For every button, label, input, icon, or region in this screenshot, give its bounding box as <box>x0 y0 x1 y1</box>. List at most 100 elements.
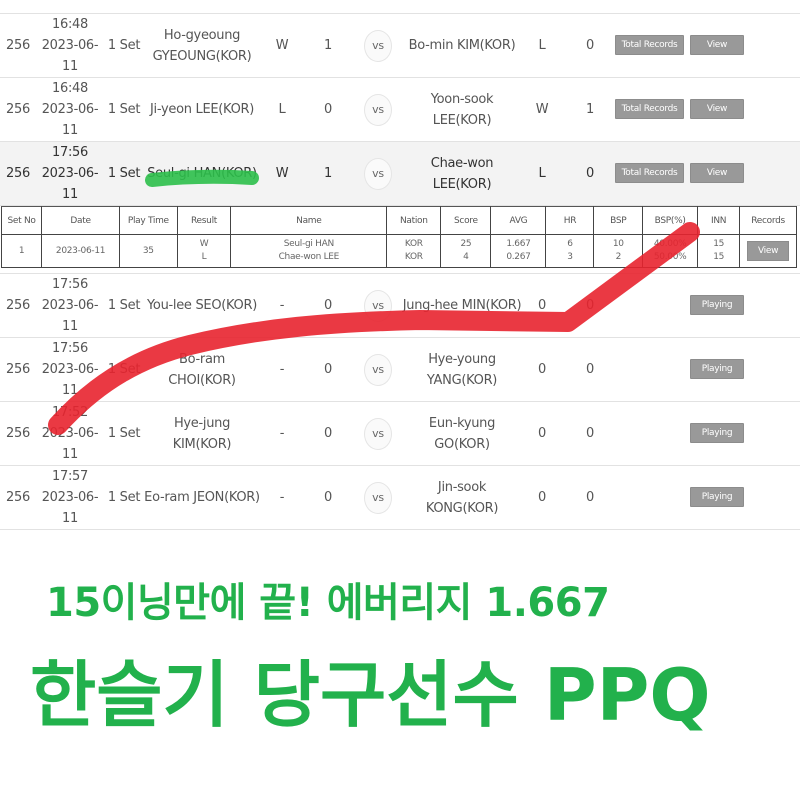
match-datetime: 17:56 2023-06-11 <box>36 274 104 337</box>
player1-name-line: You-lee SEO(KOR) <box>147 298 257 313</box>
player1-name-line: Eo-ram JEON(KOR) <box>144 490 260 505</box>
vs-badge: vs <box>364 417 392 450</box>
detail-header-cell: Nation <box>386 206 442 235</box>
match-row[interactable]: 256 17:57 2023-06-11 1 Set Eo-ram JEON(KOR) -… <box>0 466 800 530</box>
set-detail-table: Set No Date Play Time Result Name Nation Score… <box>0 206 797 268</box>
detail-hr: 63 <box>545 234 595 268</box>
vs-cell: vs <box>362 402 394 465</box>
match-number: 256 <box>6 166 30 181</box>
detail-header-cell: Set No <box>0 206 43 235</box>
vs-cell: vs <box>362 274 394 337</box>
match-date: 2023-06-11 <box>41 38 99 74</box>
detail-result: WL <box>176 234 232 268</box>
view-button[interactable]: View <box>690 99 744 119</box>
playing-button[interactable]: Playing <box>690 295 744 315</box>
player1-result: - <box>279 362 285 377</box>
player2-result: L <box>538 38 546 53</box>
match-datetime: 17:52 2023-06-11 <box>36 402 104 465</box>
detail-header-cell: BSP <box>593 206 644 235</box>
playing-button[interactable]: Playing <box>690 487 744 507</box>
player2-name-line: Eun-kyung GO(KOR) <box>428 415 496 452</box>
records-view-button[interactable]: View <box>747 241 790 261</box>
player1-name-line: Seul-gi HAN(KOR) <box>147 166 257 181</box>
match-number: 256 <box>6 298 30 313</box>
match-row[interactable]: 256 16:48 2023-06-11 1 Set Ji-yeon LEE(KOR) L… <box>0 78 800 142</box>
player2-name-line: YANG(KOR) <box>426 372 498 388</box>
detail-name-line: Seul-gi HAN <box>283 239 334 249</box>
match-datetime: 17:56 2023-06-11 <box>36 338 104 401</box>
detail-header-cell: HR <box>545 206 595 235</box>
detail-header-row: Set No Date Play Time Result Name Nation Score… <box>0 206 797 235</box>
player1-score: 0 <box>324 102 332 117</box>
player2-score: 0 <box>586 166 594 181</box>
player1-name-line: Bo-ram CHOI(KOR) <box>168 351 236 388</box>
detail-avg: 1.667 0.267 <box>490 234 547 268</box>
match-datetime: 17:57 2023-06-11 <box>36 466 104 529</box>
vs-badge: vs <box>364 93 392 126</box>
match-set: 1 Set <box>107 426 141 441</box>
view-button[interactable]: View <box>690 163 744 183</box>
player2-name-line: Bo-min KIM(KOR) <box>408 38 516 53</box>
match-time: 17:56 <box>52 145 88 160</box>
vs-cell: vs <box>362 338 394 401</box>
match-time: 16:48 <box>52 17 88 32</box>
detail-records: View <box>739 234 797 268</box>
match-datetime: 17:56 2023-06-11 <box>36 142 104 205</box>
match-row[interactable]: 256 17:52 2023-06-11 1 Set Hye-jung KIM(KOR)… <box>0 402 800 466</box>
player2-name: Chae-won LEE(KOR) <box>400 142 524 205</box>
player1-name-line: Hye-jung KIM(KOR) <box>172 415 232 452</box>
detail-data-row: 1 2023-06-11 35 W L Seul-gi HAN Chae-won LEE KO… <box>0 234 797 268</box>
detail-inn-line: 15 <box>713 252 725 262</box>
match-row[interactable]: 256 17:56 2023-06-11 1 Set Seul-gi HAN(KOR) W… <box>0 142 800 206</box>
player2-name: Jin-sook KONG(KOR) <box>400 466 524 529</box>
player2-name: Bo-min KIM(KOR) <box>400 14 524 77</box>
detail-bsp-line: 10 <box>612 239 624 249</box>
player2-name-line: Jin-sook KONG(KOR) <box>425 479 499 516</box>
player1-name-line: Ji-yeon LEE(KOR) <box>149 102 255 117</box>
match-row[interactable]: 256 17:56 2023-06-11 1 Set Bo-ram CHOI(KOR) -… <box>0 338 800 402</box>
detail-header-cell: INN <box>697 206 741 235</box>
player1-result: W <box>275 166 289 181</box>
player1-score: 0 <box>324 298 332 313</box>
vs-badge: vs <box>364 29 392 62</box>
vs-cell: vs <box>362 142 394 205</box>
view-button[interactable]: View <box>690 35 744 55</box>
detail-avg-line: 0.267 <box>506 252 531 262</box>
match-date: 2023-06-11 <box>41 298 99 334</box>
detail-bsp-pct-line: 40.00% <box>653 239 687 249</box>
player2-name-line: Hye-young <box>428 351 496 367</box>
detail-bsp: 10 2 <box>593 234 644 268</box>
match-row[interactable]: 256 17:56 2023-06-11 1 Set You-lee SEO(KOR) -… <box>0 274 800 338</box>
player1-name: Seul-gi HAN(KOR) <box>144 142 260 205</box>
vs-badge: vs <box>364 353 392 386</box>
total-records-button[interactable]: Total Records <box>615 163 684 183</box>
match-date: 2023-06-11 <box>41 426 99 462</box>
detail-bsp-line: 2 <box>615 252 622 262</box>
player2-score: 0 <box>586 490 594 505</box>
match-number: 256 <box>6 426 30 441</box>
playing-button[interactable]: Playing <box>690 423 744 443</box>
match-number: 256 <box>6 38 30 53</box>
total-records-button[interactable]: Total Records <box>615 35 684 55</box>
playing-button[interactable]: Playing <box>690 359 744 379</box>
player1-result: - <box>279 298 285 313</box>
player1-score: 1 <box>324 38 332 53</box>
match-datetime: 16:48 2023-06-11 <box>36 14 104 77</box>
match-time: 16:48 <box>52 81 88 96</box>
total-records-button[interactable]: Total Records <box>615 99 684 119</box>
player1-name-line: Ho-gyeoung <box>163 27 241 43</box>
detail-result-line: W <box>199 239 209 249</box>
player1-result: - <box>279 490 285 505</box>
vs-cell: vs <box>362 14 394 77</box>
match-row[interactable]: 256 16:48 2023-06-11 1 Set Ho-gyeoung GYEOUNG… <box>0 14 800 78</box>
vs-cell: vs <box>362 78 394 141</box>
detail-nation-line: KOR <box>404 239 423 249</box>
detail-header-cell: Score <box>440 206 492 235</box>
match-set: 1 Set <box>107 362 141 377</box>
vs-badge: vs <box>364 157 392 190</box>
detail-nation: KOR KOR <box>386 234 442 268</box>
match-datetime: 16:48 2023-06-11 <box>36 78 104 141</box>
player2-score: 0 <box>586 298 594 313</box>
detail-result-line: L <box>201 252 207 262</box>
detail-hr-line: 3 <box>567 252 573 262</box>
